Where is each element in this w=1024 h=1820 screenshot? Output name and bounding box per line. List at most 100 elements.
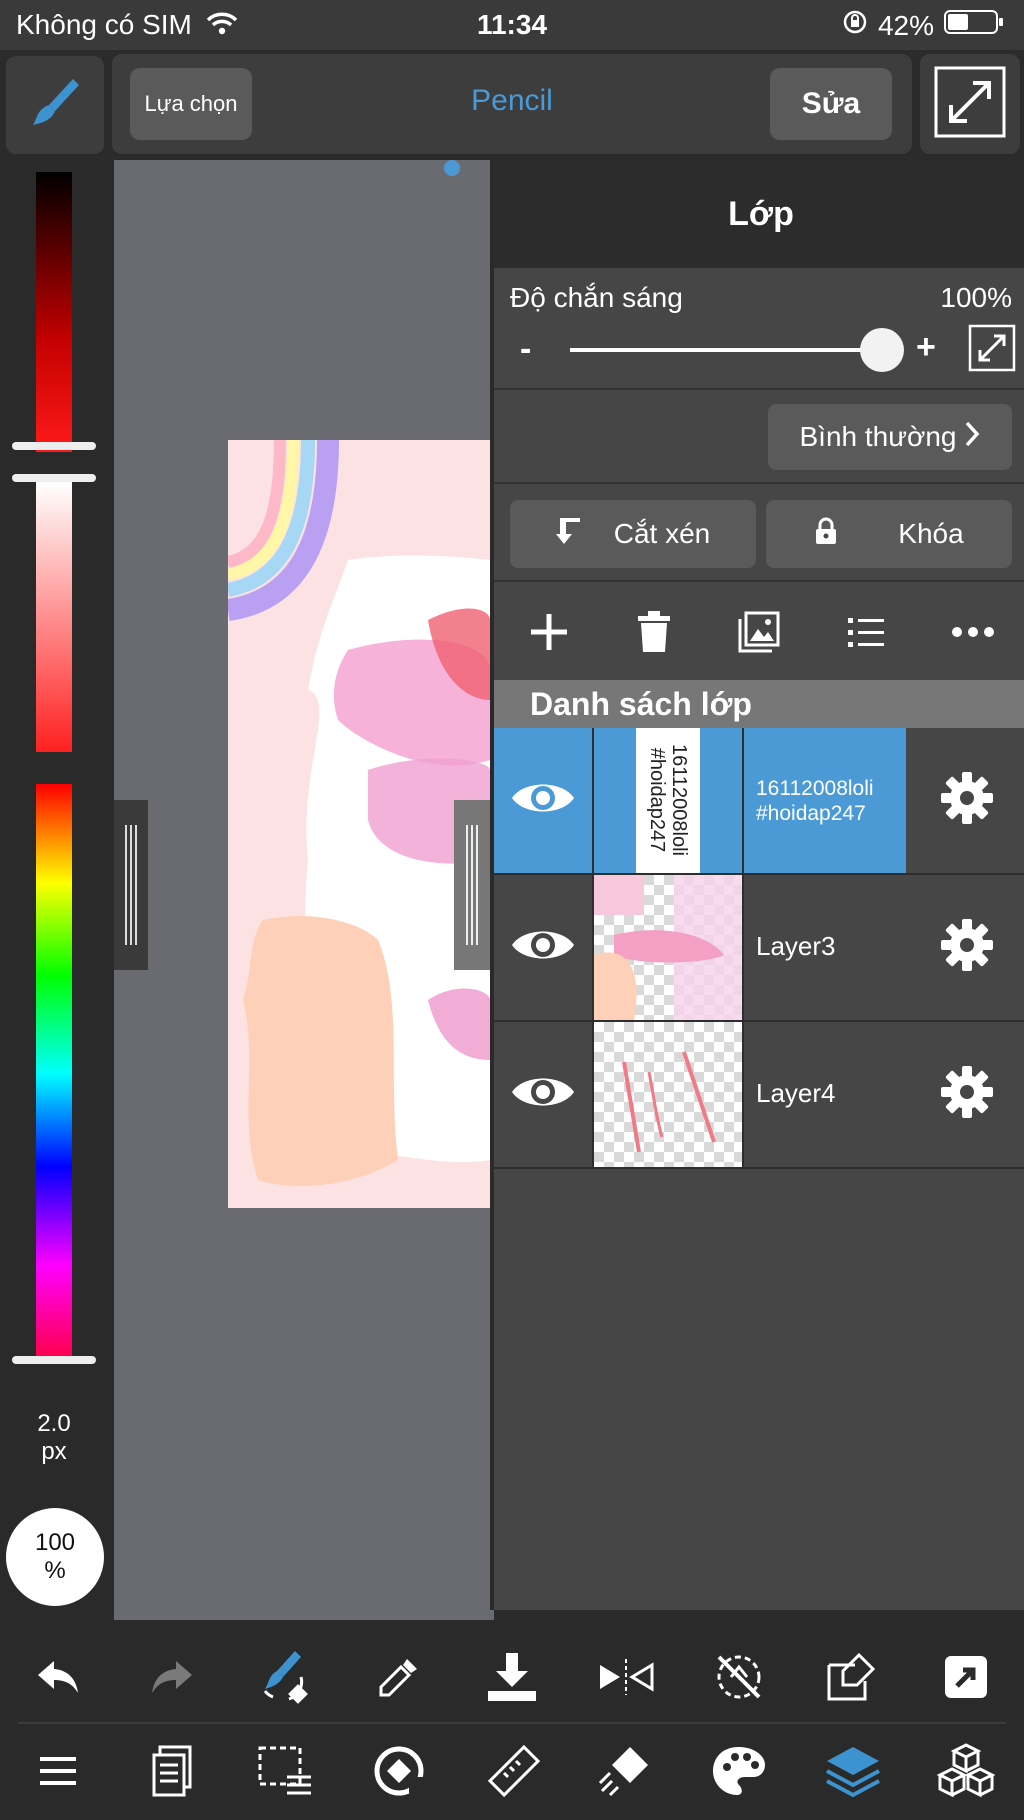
layer-thumbnail-text: 16112008loli #hoidap247: [646, 744, 690, 856]
rotate-canvas-icon[interactable]: [359, 1731, 439, 1811]
opacity-minus-button[interactable]: -: [520, 330, 531, 369]
saturation-slider-handle[interactable]: [12, 474, 96, 482]
selection-tool-icon[interactable]: [245, 1731, 325, 1811]
status-bar: Không có SIM 11:34 42%: [0, 0, 1024, 50]
drawing-canvas[interactable]: [228, 440, 490, 1208]
brightness-slider[interactable]: [36, 172, 72, 452]
top-toolbar: Lựa chọn Pencil Sửa: [0, 50, 1024, 160]
brush-rotate-icon[interactable]: [245, 1637, 325, 1717]
layer-panel: Lớp Độ chắn sáng 100% - + Bình thường Cắ…: [490, 160, 1024, 1610]
clip-lock-section: Cắt xén Khóa: [494, 484, 1024, 582]
brush-opacity-unit: %: [44, 1557, 66, 1584]
layer-thumbnail: [594, 875, 744, 1020]
layer-name: Layer4: [756, 1078, 836, 1108]
layer-visibility-toggle[interactable]: [494, 875, 594, 1020]
left-panel-handle[interactable]: [114, 800, 148, 970]
status-battery: 42%: [842, 9, 1004, 42]
layer-visibility-toggle[interactable]: [494, 1022, 594, 1167]
chevron-right-icon: [964, 420, 980, 455]
menu-icon[interactable]: [18, 1731, 98, 1811]
lock-button[interactable]: Khóa: [766, 500, 1012, 568]
eye-icon: [510, 776, 576, 825]
trash-icon[interactable]: [636, 610, 672, 659]
blend-mode-button[interactable]: Bình thường: [768, 404, 1012, 470]
gear-icon: [939, 770, 995, 831]
fullscreen-button[interactable]: [920, 54, 1020, 154]
brush-opacity-value: 100: [34, 1529, 76, 1556]
add-layer-icon[interactable]: [527, 610, 571, 659]
eye-icon: [510, 923, 576, 972]
layer-thumbnail: 16112008loli #hoidap247: [594, 728, 744, 873]
brush-size[interactable]: 2.0 px: [0, 1410, 108, 1466]
hue-slider[interactable]: [36, 784, 72, 1364]
expand-icon: [968, 324, 1016, 376]
bottom-toolbar-row-1: [18, 1632, 1006, 1724]
blend-mode-section: Bình thường: [494, 390, 1024, 484]
fill-tool-icon[interactable]: [586, 1731, 666, 1811]
layers-icon[interactable]: [813, 1731, 893, 1811]
orientation-lock-icon: [842, 9, 868, 42]
layer-settings-button[interactable]: [906, 728, 1024, 873]
palette-icon[interactable]: [699, 1731, 779, 1811]
hue-slider-handle[interactable]: [12, 1356, 96, 1364]
transform-edit-icon[interactable]: [813, 1637, 893, 1717]
panel-drag-handle[interactable]: [454, 800, 490, 970]
canvas-area[interactable]: [114, 160, 494, 1620]
edit-button[interactable]: Sửa: [770, 68, 892, 140]
clip-arrow-icon: [555, 516, 584, 553]
eye-icon: [510, 1070, 576, 1119]
layer-panel-header: Lớp: [494, 160, 1024, 268]
download-icon[interactable]: [472, 1637, 552, 1717]
flip-horizontal-icon[interactable]: [586, 1637, 666, 1717]
layer-thumbnail: [594, 1022, 744, 1167]
ruler-icon[interactable]: [472, 1731, 552, 1811]
image-layer-icon[interactable]: [738, 611, 780, 658]
layer-visibility-toggle[interactable]: [494, 728, 594, 873]
layer-settings-button[interactable]: [906, 875, 1024, 1020]
layer-row[interactable]: Layer4: [494, 1022, 1024, 1169]
color-sidebar: 2.0 px 100 %: [0, 160, 114, 1620]
undo-icon[interactable]: [18, 1637, 98, 1717]
layer-panel-title: Lớp: [728, 194, 794, 233]
share-icon[interactable]: [926, 1637, 1006, 1717]
list-icon[interactable]: [846, 615, 886, 654]
layer-list-header: Danh sách lớp: [494, 680, 1024, 728]
bottom-toolbar: [0, 1622, 1024, 1820]
brush-tool-button[interactable]: [6, 56, 104, 154]
opacity-slider-knob[interactable]: [860, 328, 904, 372]
opacity-value: 100%: [940, 282, 1012, 313]
opacity-plus-button[interactable]: +: [916, 328, 936, 367]
rotation-lock-icon[interactable]: [699, 1637, 779, 1717]
layer-settings-button[interactable]: [906, 1022, 1024, 1167]
gear-icon: [939, 1064, 995, 1125]
selection-button[interactable]: Lựa chọn: [130, 68, 252, 140]
page-indicator-dot: [444, 160, 460, 176]
brush-size-unit: px: [41, 1438, 67, 1465]
layer-row[interactable]: 16112008loli #hoidap247 16112008loli #ho…: [494, 728, 1024, 875]
eyedropper-icon[interactable]: [359, 1637, 439, 1717]
redo-icon[interactable]: [132, 1637, 212, 1717]
pages-icon[interactable]: [132, 1731, 212, 1811]
saturation-slider[interactable]: [36, 482, 72, 752]
tool-options-bar: Lựa chọn Pencil Sửa: [112, 54, 912, 154]
bottom-toolbar-row-2: [18, 1726, 1006, 1816]
brush-opacity-button[interactable]: 100 %: [6, 1508, 104, 1606]
layer-name: 16112008loli #hoidap247: [756, 777, 874, 825]
layer-list-title: Danh sách lớp: [530, 685, 752, 722]
more-icon[interactable]: [951, 625, 995, 643]
layer-actions: [494, 584, 1024, 684]
brightness-slider-handle[interactable]: [12, 442, 96, 450]
tool-name[interactable]: Pencil: [412, 84, 612, 118]
layer-opacity-section: Độ chắn sáng 100% - +: [494, 268, 1024, 390]
brush-icon: [25, 73, 85, 138]
3d-material-icon[interactable]: [926, 1731, 1006, 1811]
clipping-button[interactable]: Cắt xén: [510, 500, 756, 568]
layer-row[interactable]: Layer3: [494, 875, 1024, 1022]
opacity-label: Độ chắn sáng: [510, 282, 683, 313]
opacity-slider[interactable]: [570, 348, 894, 352]
artwork: [228, 440, 490, 1186]
brush-size-value: 2.0: [37, 1410, 71, 1437]
panel-expand-button[interactable]: [968, 324, 1016, 377]
battery-icon: [944, 9, 1004, 42]
lock-icon: [814, 517, 838, 552]
